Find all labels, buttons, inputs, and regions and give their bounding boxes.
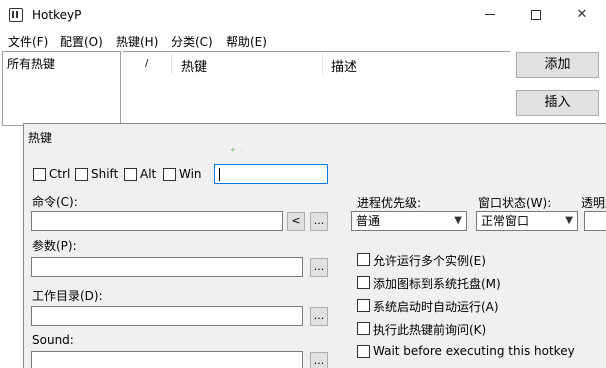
sound-label: Sound:	[32, 333, 74, 347]
sound-browse-button[interactable]: ...	[310, 352, 328, 368]
window-title: HotkeyP	[32, 8, 82, 22]
option-checkbox-wait-before[interactable]	[357, 345, 370, 358]
workdir-browse-button[interactable]: ...	[310, 307, 328, 326]
column-description[interactable]: 描述	[331, 56, 357, 75]
app-icon	[9, 8, 23, 22]
chevron-down-icon: ▼	[454, 215, 462, 226]
option-label-multi-instance: 允许运行多个实例(E)	[373, 254, 486, 268]
column-hotkey[interactable]: 热键	[181, 56, 207, 75]
option-checkbox-tray-icon[interactable]	[357, 276, 370, 289]
menu-category[interactable]: 分类(C)	[171, 33, 213, 50]
column-divider	[322, 54, 323, 74]
option-checkbox-multi-instance[interactable]	[357, 253, 370, 266]
priority-value: 普通	[356, 214, 381, 228]
priority-select[interactable]: 普通 ▼	[351, 211, 467, 231]
option-label-ask-before: 执行此热键前询问(K)	[373, 323, 487, 337]
menu-help[interactable]: 帮助(E)	[226, 33, 267, 50]
window-state-label: 窗口状态(W):	[478, 196, 552, 210]
title-bar: HotkeyP ✕	[0, 0, 606, 30]
chevron-down-icon: ▼	[565, 215, 573, 226]
minimize-button[interactable]	[467, 0, 513, 30]
alt-label: Alt	[140, 167, 157, 181]
option-label-tray-icon: 添加图标到系统托盘(M)	[373, 277, 501, 291]
column-divider	[171, 54, 172, 74]
workdir-input[interactable]	[31, 306, 303, 326]
hotkey-list[interactable]: / 热键 描述	[123, 51, 510, 126]
menu-config[interactable]: 配置(O)	[60, 33, 103, 50]
ctrl-checkbox[interactable]	[33, 168, 46, 181]
add-button[interactable]: 添加	[516, 52, 599, 78]
win-label: Win	[179, 167, 202, 181]
category-list[interactable]: 所有热键	[2, 51, 121, 126]
maximize-icon	[531, 9, 541, 20]
insert-button[interactable]: 插入	[516, 90, 599, 116]
close-button[interactable]: ✕	[559, 0, 605, 30]
params-input[interactable]	[31, 257, 303, 277]
hotkey-dialog: 热键 Ctrl Shift Alt Win ✦ · · ✦ 命令(C): < .…	[23, 123, 606, 368]
params-label: 参数(P):	[32, 239, 77, 253]
menu-file[interactable]: 文件(F)	[8, 33, 48, 50]
dialog-title: 热键	[28, 131, 53, 145]
window-state-value: 正常窗口	[481, 214, 530, 228]
command-input[interactable]	[31, 211, 283, 231]
ctrl-label: Ctrl	[49, 167, 71, 181]
menu-hotkey[interactable]: 热键(H)	[116, 33, 158, 50]
close-icon: ✕	[576, 7, 588, 22]
priority-label: 进程优先级:	[357, 196, 422, 210]
column-flag[interactable]: /	[145, 58, 148, 69]
hotkey-input[interactable]	[214, 164, 328, 184]
win-checkbox[interactable]	[163, 168, 176, 181]
command-label: 命令(C):	[32, 195, 78, 209]
shift-checkbox[interactable]	[75, 168, 88, 181]
params-browse-button[interactable]: ...	[310, 258, 328, 277]
shift-label: Shift	[91, 167, 119, 181]
option-label-autorun: 系统启动时自动运行(A)	[373, 300, 499, 314]
option-checkbox-autorun[interactable]	[357, 299, 370, 312]
minimize-icon	[485, 14, 495, 15]
transparency-label: 透明度	[581, 196, 606, 210]
command-prev-button[interactable]: <	[287, 212, 305, 231]
option-checkbox-ask-before[interactable]	[357, 322, 370, 335]
category-all-hotkeys[interactable]: 所有热键	[7, 55, 55, 72]
maximize-button[interactable]	[513, 0, 559, 30]
workdir-label: 工作目录(D):	[32, 289, 103, 303]
command-browse-button[interactable]: ...	[310, 212, 328, 231]
window-state-select[interactable]: 正常窗口 ▼	[476, 211, 578, 231]
text-caret	[219, 168, 220, 181]
option-label-wait-before: Wait before executing this hotkey	[373, 344, 575, 358]
alt-checkbox[interactable]	[124, 168, 137, 181]
transparency-input[interactable]	[584, 211, 606, 231]
sound-input[interactable]	[31, 351, 303, 368]
sparkle-decoration: ✦ ·	[229, 146, 243, 156]
